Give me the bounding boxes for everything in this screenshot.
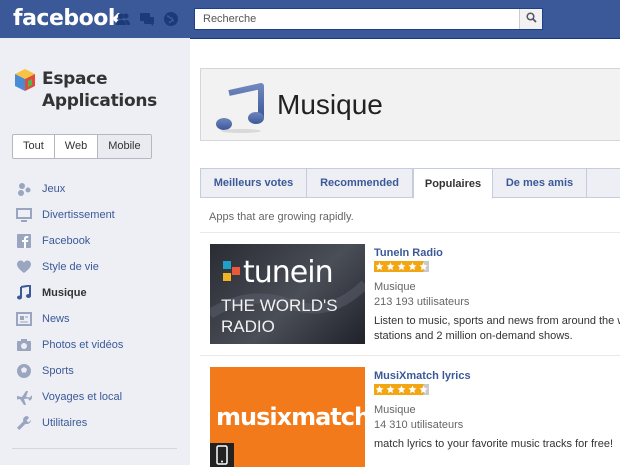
filter-tout[interactable]: Tout [13, 135, 55, 158]
ranking-tabs: Meilleurs votes Recommended Populaires D… [200, 168, 620, 199]
friend-requests-icon[interactable] [115, 11, 131, 27]
category-header: Musique [200, 68, 620, 141]
search-button[interactable] [519, 9, 542, 29]
facebook-icon [16, 233, 32, 249]
app-list-item[interactable]: musixmatch MusiXmatch lyrics Musique 14 … [200, 356, 620, 467]
app-thumbnail-tunein[interactable]: tunein THE WORLD'S RADIO [210, 244, 365, 344]
mobile-phone-icon [210, 443, 234, 467]
platform-filter: Tout Web Mobile [12, 134, 152, 159]
app-center-title: Espace Applications [42, 69, 157, 111]
sidebar-item-style-de-vie[interactable]: Style de vie [16, 254, 186, 280]
sidebar-item-label: Photos et vidéos [42, 339, 124, 351]
sidebar-item-utilitaires[interactable]: Utilitaires [16, 410, 186, 436]
star-icon [385, 261, 396, 272]
musixmatch-wordmark: musixmatch [216, 403, 365, 431]
top-notification-icons [115, 11, 179, 27]
sidebar-item-label: Style de vie [42, 261, 99, 273]
sidebar-item-label: Divertissement [42, 209, 115, 221]
page-title: Musique [277, 89, 383, 120]
music-note-icon [16, 285, 32, 301]
globe-notifications-icon[interactable] [163, 11, 179, 27]
app-user-count: 213 193 utilisateurs [374, 296, 470, 308]
monitor-icon [16, 207, 32, 223]
sidebar-item-label: Voyages et local [42, 391, 123, 403]
games-icon [16, 181, 32, 197]
app-list-item[interactable]: tunein THE WORLD'S RADIO TuneIn Radio Mu… [200, 233, 620, 355]
tab-subtitle: Apps that are growing rapidly. [209, 211, 354, 223]
search-icon [525, 12, 537, 26]
music-category-icon [215, 83, 267, 133]
tab-de-mes-amis[interactable]: De mes amis [493, 168, 587, 198]
facebook-logo[interactable]: facebook [13, 6, 123, 31]
app-rating-stars [374, 261, 429, 272]
heart-icon [16, 259, 32, 275]
sidebar-divider [12, 448, 177, 449]
app-category: Musique [374, 404, 416, 416]
newspaper-icon [16, 311, 32, 327]
star-icon [374, 261, 385, 272]
star-icon [407, 261, 418, 272]
sidebar-item-sports[interactable]: Sports [16, 358, 186, 384]
sidebar-item-divertissement[interactable]: Divertissement [16, 202, 186, 228]
star-icon [418, 384, 429, 395]
top-bar: facebook [0, 0, 620, 39]
sidebar-item-jeux[interactable]: Jeux [16, 176, 186, 202]
soccer-ball-icon [16, 363, 32, 379]
tunein-wordmark: tunein [243, 255, 334, 290]
app-category: Musique [374, 281, 416, 293]
sidebar-item-facebook[interactable]: Facebook [16, 228, 186, 254]
app-description: match lyrics to your favorite music trac… [374, 438, 614, 450]
sidebar-item-news[interactable]: News [16, 306, 186, 332]
musixmatch-banner: musixmatch [210, 367, 365, 467]
tab-populaires[interactable]: Populaires [413, 168, 493, 199]
filter-mobile[interactable]: Mobile [98, 135, 151, 158]
app-name[interactable]: TuneIn Radio [374, 247, 443, 259]
search-box [194, 8, 543, 30]
messages-icon[interactable] [139, 11, 155, 27]
tunein-tagline-2: RADIO [221, 317, 275, 336]
camera-icon [16, 337, 32, 353]
sidebar-item-label: Facebook [42, 235, 91, 247]
star-icon [418, 261, 429, 272]
tab-meilleurs-votes[interactable]: Meilleurs votes [201, 168, 307, 198]
left-sidebar: Espace Applications Tout Web Mobile Jeux… [0, 38, 190, 465]
star-icon [385, 384, 396, 395]
sidebar-item-label: News [42, 313, 70, 325]
app-center-heading: Espace Applications [14, 68, 157, 112]
sidebar-item-label: Jeux [42, 183, 66, 195]
app-center-cube-icon [14, 68, 36, 112]
app-thumbnail-musixmatch[interactable]: musixmatch [210, 367, 365, 467]
app-rating-stars [374, 384, 429, 395]
airplane-icon [16, 389, 32, 405]
star-icon [396, 384, 407, 395]
app-user-count: 14 310 utilisateurs [374, 419, 464, 431]
tunein-banner: tunein THE WORLD'S RADIO [210, 244, 365, 344]
sidebar-item-voyages-et-local[interactable]: Voyages et local [16, 384, 186, 410]
sidebar-item-label: Sports [42, 365, 74, 377]
star-icon [407, 384, 418, 395]
wrench-icon [16, 415, 32, 431]
app-description: Listen to music, sports and news from ar… [374, 315, 620, 342]
filter-web[interactable]: Web [55, 135, 99, 158]
sidebar-item-musique[interactable]: Musique [16, 280, 186, 306]
category-nav: Jeux Divertissement Facebook Style de vi… [16, 176, 186, 436]
tunein-tagline-1: THE WORLD'S [221, 296, 338, 315]
star-icon [374, 384, 385, 395]
app-name[interactable]: MusiXmatch lyrics [374, 370, 471, 382]
sidebar-item-photos-et-videos[interactable]: Photos et vidéos [16, 332, 186, 358]
sidebar-item-label: Musique [42, 287, 87, 299]
search-input[interactable] [201, 12, 515, 26]
tab-recommended[interactable]: Recommended [307, 168, 413, 198]
star-icon [396, 261, 407, 272]
sidebar-item-label: Utilitaires [42, 417, 88, 429]
